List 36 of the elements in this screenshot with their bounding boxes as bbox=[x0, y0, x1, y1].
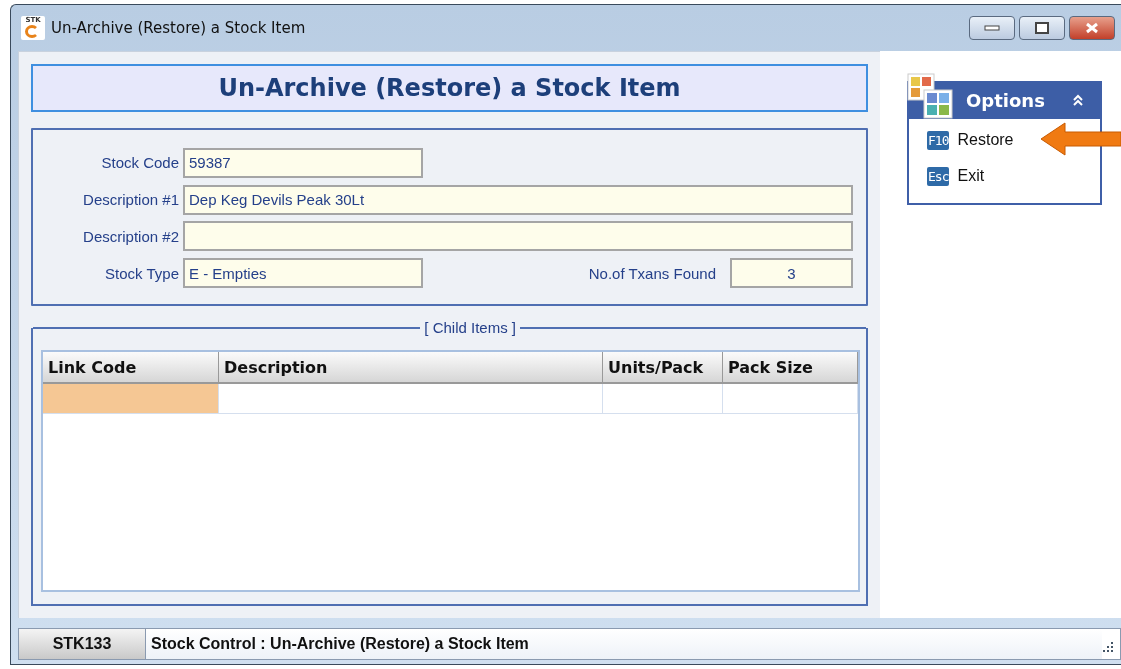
option-link[interactable]: Restore bbox=[957, 131, 1014, 149]
form-heading: Un-Archive (Restore) a Stock Item bbox=[31, 64, 868, 112]
input-field[interactable]: Dep Keg Devils Peak 30Lt bbox=[183, 184, 853, 215]
tiles-icon bbox=[907, 73, 955, 119]
double-chevron-icon bbox=[1072, 94, 1084, 106]
key-icon: F10 bbox=[927, 130, 950, 150]
input-field[interactable] bbox=[183, 221, 853, 252]
key-icon: Esc bbox=[927, 166, 950, 186]
close-button[interactable] bbox=[1069, 16, 1115, 40]
column-header[interactable]: Pack Size bbox=[723, 352, 858, 384]
group-title: [ Child Items ] bbox=[423, 319, 517, 336]
input-field[interactable]: 3 bbox=[730, 258, 853, 289]
close-icon bbox=[1084, 22, 1100, 34]
minimize-button[interactable] bbox=[969, 16, 1015, 40]
field-label: Stock Type bbox=[104, 264, 179, 282]
table-cell[interactable] bbox=[43, 384, 219, 414]
input-field[interactable]: E - Empties bbox=[183, 258, 423, 289]
field-label: Description #2 bbox=[82, 227, 179, 245]
column-header[interactable]: Units/Pack bbox=[603, 352, 723, 384]
status-code: STK133 bbox=[19, 629, 146, 659]
option-link[interactable]: Exit bbox=[957, 167, 985, 185]
window-title: Un-Archive (Restore) a Stock Item bbox=[51, 19, 307, 37]
column-header[interactable]: Description bbox=[219, 352, 603, 384]
maximize-button[interactable] bbox=[1019, 16, 1065, 40]
field-label: Stock Code bbox=[100, 154, 179, 172]
input-field[interactable]: 59387 bbox=[183, 147, 423, 178]
table-cell[interactable] bbox=[603, 384, 723, 414]
minimize-icon bbox=[984, 25, 1000, 31]
field-label: Description #1 bbox=[82, 191, 179, 209]
column-header[interactable]: Link Code bbox=[43, 352, 219, 384]
table-cell[interactable] bbox=[219, 384, 603, 414]
maximize-icon bbox=[1035, 22, 1049, 34]
field-label: No.of Txans Found bbox=[588, 264, 716, 282]
panel-title: Options bbox=[966, 89, 1045, 111]
resize-grip-icon[interactable] bbox=[1102, 641, 1114, 653]
table-cell[interactable] bbox=[723, 384, 858, 414]
